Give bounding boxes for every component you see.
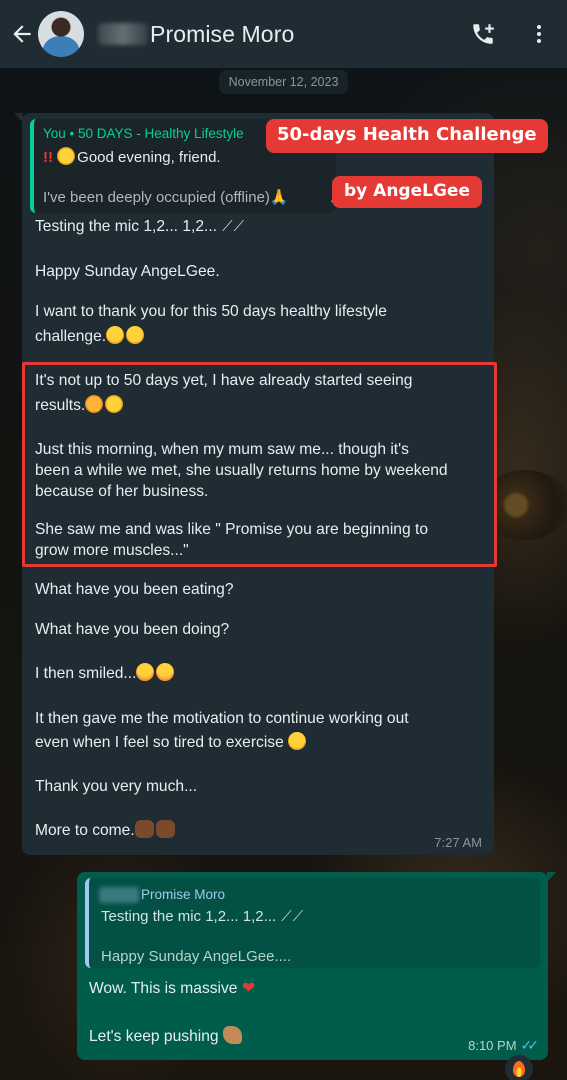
message-line: Let's keep pushing <box>89 1026 244 1046</box>
quoted-reply[interactable]: Promise Moro Testing the mic 1,2... 1,2.… <box>85 878 540 968</box>
message-line: even when I feel so tired to exercise <box>35 731 308 754</box>
chat-header: Promise Moro <box>0 0 567 68</box>
message-line: What have you been doing? <box>35 621 230 638</box>
syringe-icon: ⟋⟋ <box>276 908 305 925</box>
blurred-name-prefix <box>99 887 139 903</box>
add-call-icon[interactable] <box>466 17 500 51</box>
smiling-face-icon <box>156 663 175 681</box>
date-chip: November 12, 2023 <box>218 70 349 94</box>
blurred-name-prefix <box>98 23 148 45</box>
message-time: 7:27 AM <box>434 835 482 850</box>
contact-name[interactable]: Promise Moro <box>150 21 294 48</box>
quoted-line-1: !! Good evening, friend. <box>43 147 221 166</box>
quoted-line-2: Happy Sunday AngeLGee.... <box>101 948 292 965</box>
more-vert-icon[interactable] <box>522 17 556 51</box>
message-line: I want to thank you for this 50 days hea… <box>35 303 387 320</box>
outgoing-message-bubble[interactable]: Promise Moro Testing the mic 1,2... 1,2.… <box>77 872 556 1060</box>
message-line: Happy Sunday AngeLGee. <box>35 263 220 280</box>
fire-reaction-icon[interactable] <box>505 1055 533 1080</box>
avatar[interactable] <box>38 11 84 57</box>
hugging-face-icon <box>106 326 125 344</box>
message-line: Wow. This is massive ❤ <box>89 980 256 997</box>
challenge-title-tag: 50-days Health Challenge <box>266 119 548 153</box>
highlight-box <box>22 362 497 567</box>
flexed-biceps-icon <box>222 1026 242 1044</box>
quoted-author: You • 50 DAYS - Healthy Lifestyle <box>43 126 244 141</box>
smiling-face-icon <box>136 663 155 681</box>
message-line: I then smiled... <box>35 662 176 685</box>
read-receipt-icon: ✓✓ <box>520 1037 540 1053</box>
challenge-by-tag: by AngeLGee <box>332 176 482 208</box>
raised-fist-icon <box>155 820 175 838</box>
message-line: What have you been eating? <box>35 581 234 598</box>
quoted-line-2: I've been deeply occupied (offline)🙏 <box>43 189 289 206</box>
quoted-author: Promise Moro <box>141 887 226 902</box>
message-line: challenge. <box>35 325 146 348</box>
arrow-left-icon[interactable] <box>2 0 42 68</box>
message-line: More to come. <box>35 819 177 842</box>
party-face-icon <box>57 147 76 165</box>
message-line: Thank you very much... <box>35 778 198 795</box>
message-line: It then gave me the motivation to contin… <box>35 710 409 727</box>
hugging-face-icon <box>126 326 145 344</box>
syringe-icon: ⟋⟋ <box>217 218 246 235</box>
red-heart-icon: ❤ <box>241 980 256 997</box>
raised-fist-icon <box>134 820 154 838</box>
quoted-line-1: Testing the mic 1,2... 1,2... ⟋⟋ <box>101 908 305 925</box>
sleepy-face-icon <box>288 732 307 750</box>
message-line: Testing the mic 1,2... 1,2... ⟋⟋ <box>35 218 246 235</box>
message-time: 8:10 PM ✓✓ <box>468 1037 540 1053</box>
